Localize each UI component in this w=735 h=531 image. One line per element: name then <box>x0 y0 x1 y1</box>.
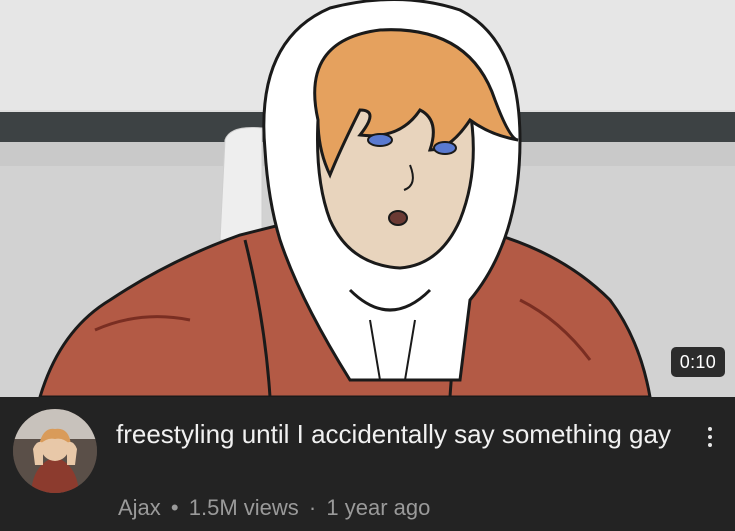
channel-name[interactable]: Ajax <box>118 495 161 520</box>
dot-2 <box>708 435 712 439</box>
avatar-image <box>13 409 97 493</box>
view-count: 1.5M views <box>188 495 299 520</box>
video-info: freestyling until I accidentally say som… <box>0 397 735 531</box>
dot-1 <box>708 427 712 431</box>
upload-age: 1 year ago <box>326 495 431 520</box>
meta-separator: • <box>170 495 179 520</box>
dot-3 <box>708 443 712 447</box>
video-card[interactable]: 0:10 freestyling until I accidentally sa… <box>0 0 735 531</box>
channel-avatar[interactable] <box>13 409 97 493</box>
thumbnail-illustration <box>0 0 735 397</box>
meta-separator-2: · <box>308 495 317 520</box>
video-title[interactable]: freestyling until I accidentally say som… <box>116 417 686 451</box>
vertical-ellipsis-icon[interactable] <box>695 419 725 455</box>
video-thumbnail[interactable]: 0:10 <box>0 0 735 397</box>
duration-badge: 0:10 <box>670 347 725 377</box>
video-metadata: Ajax • 1.5M views · 1 year ago <box>118 494 430 522</box>
